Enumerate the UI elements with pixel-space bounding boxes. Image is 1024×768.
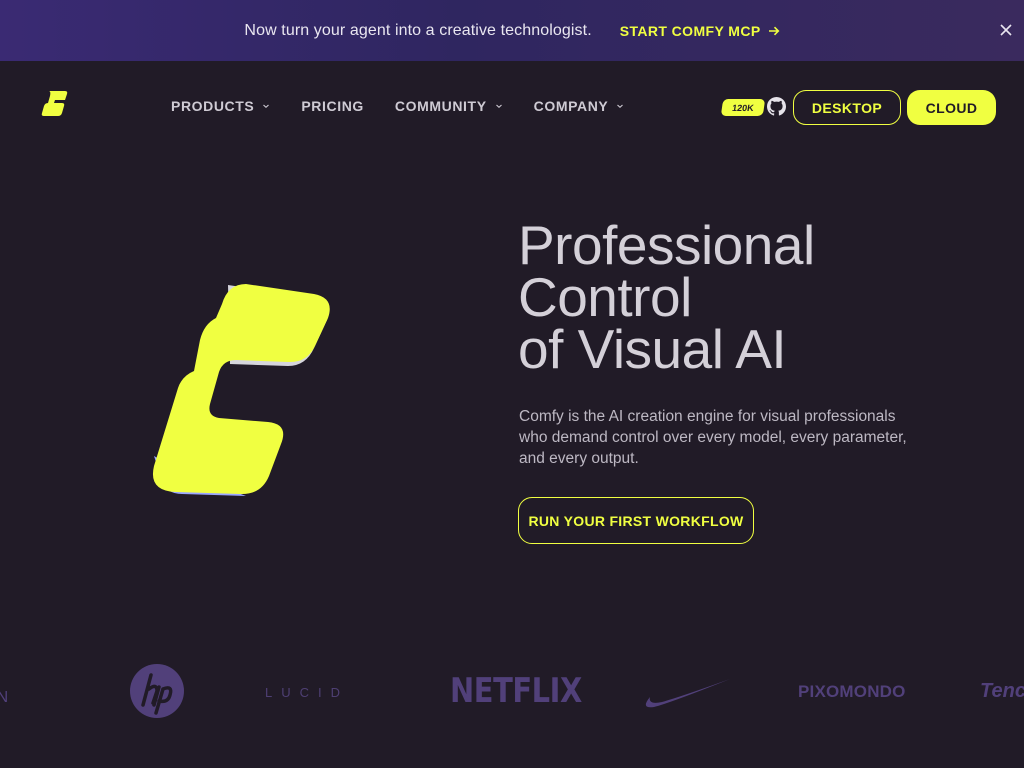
hero-description-line: who demand control over every model, eve… bbox=[519, 429, 907, 446]
partner-logo-text: AN bbox=[0, 689, 9, 706]
start-comfy-mcp-link[interactable]: START COMFY MCP bbox=[620, 23, 780, 39]
hero-title-line: Control bbox=[518, 266, 692, 328]
banner-link-label: START COMFY MCP bbox=[619, 22, 761, 39]
banner-text: Now turn your agent into a creative tech… bbox=[244, 21, 592, 39]
tencent-logo: Tenc bbox=[980, 680, 1024, 702]
pixomondo-logo: PIXOMONDO bbox=[798, 682, 906, 701]
github-stars-badge[interactable]: 120K bbox=[720, 99, 766, 116]
close-icon[interactable] bbox=[998, 22, 1014, 38]
announcement-banner: Now turn your agent into a creative tech… bbox=[0, 0, 1024, 61]
nav-item-community[interactable]: COMMUNITY bbox=[395, 98, 503, 114]
partner-logo-partial-left: AN bbox=[0, 665, 26, 706]
hero-title: Professional Control of Visual AI bbox=[518, 214, 998, 380]
cloud-button[interactable]: CLOUD bbox=[907, 90, 996, 125]
run-first-workflow-button[interactable]: RUN YOUR FIRST WORKFLOW bbox=[518, 497, 754, 544]
lucid-logo: LUCID bbox=[265, 685, 350, 700]
desktop-button[interactable]: DESKTOP bbox=[793, 90, 901, 125]
hero-title-line: of Visual AI bbox=[518, 318, 787, 380]
nav-item-label: COMMUNITY bbox=[394, 98, 487, 114]
nav-item-label: COMPANY bbox=[533, 98, 609, 114]
comfy-logo-icon[interactable] bbox=[40, 89, 70, 119]
github-icon[interactable] bbox=[767, 97, 786, 116]
hero-description-line: Comfy is the AI creation engine for visu… bbox=[519, 408, 896, 425]
hp-logo-icon bbox=[130, 664, 184, 718]
chevron-down-icon bbox=[495, 104, 502, 109]
nav-item-company[interactable]: COMPANY bbox=[534, 98, 625, 114]
netflix-logo: NETFLIX bbox=[450, 671, 582, 711]
nav-item-label: PRICING bbox=[301, 98, 364, 114]
arrow-right-icon bbox=[768, 26, 779, 35]
chevron-down-icon bbox=[617, 104, 624, 109]
nav-menu: PRODUCTS PRICING COMMUNITY COMPANY bbox=[171, 98, 655, 114]
nav-item-pricing[interactable]: PRICING bbox=[301, 98, 364, 114]
partner-logos: AN LUCID NETFLIX PIXOMONDO Tenc bbox=[0, 655, 1024, 735]
nav-item-label: PRODUCTS bbox=[171, 98, 255, 114]
hero-title-line: Professional bbox=[518, 214, 815, 276]
hero-description-line: and every output. bbox=[519, 450, 639, 467]
nike-swoosh-icon bbox=[645, 679, 730, 708]
comfy-3d-logo-icon bbox=[152, 284, 330, 496]
nav-item-products[interactable]: PRODUCTS bbox=[171, 98, 270, 114]
chevron-down-icon bbox=[263, 104, 270, 109]
hero-description: Comfy is the AI creation engine for visu… bbox=[519, 406, 959, 469]
main-nav: PRODUCTS PRICING COMMUNITY COMPANY 120K … bbox=[0, 61, 1024, 153]
